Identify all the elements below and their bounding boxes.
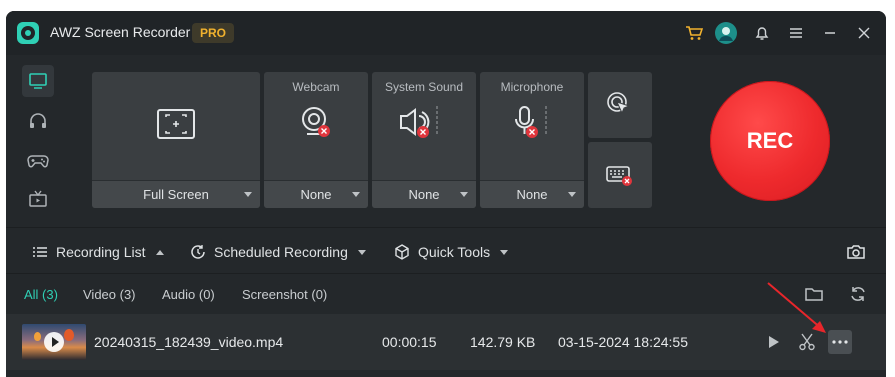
refresh-icon[interactable] xyxy=(847,283,869,305)
app-window: AWZ Screen Recorder PRO Full Screen Webc… xyxy=(6,11,886,377)
webcam-value: None xyxy=(300,187,332,202)
speaker-off-icon xyxy=(397,104,447,145)
title-bar: AWZ Screen Recorder PRO xyxy=(6,11,886,55)
pro-badge[interactable]: PRO xyxy=(192,23,234,43)
full-screen-icon xyxy=(156,108,196,145)
app-logo xyxy=(17,22,39,44)
audio-mode-icon[interactable] xyxy=(22,105,54,137)
system-sound-dropdown[interactable]: None xyxy=(372,180,476,208)
recording-list-label: Recording List xyxy=(56,244,146,260)
microphone-off-icon xyxy=(514,104,558,145)
webcam-dropdown[interactable]: None xyxy=(264,180,368,208)
bell-icon[interactable] xyxy=(751,22,773,44)
recording-size: 142.79 KB xyxy=(470,334,536,350)
screen-source-panel[interactable]: Full Screen xyxy=(92,72,260,208)
quick-tools-menu[interactable]: Quick Tools xyxy=(394,240,509,264)
tv-mode-icon[interactable] xyxy=(22,183,54,215)
webcam-label: Webcam xyxy=(292,80,340,94)
system-sound-label: System Sound xyxy=(384,80,464,94)
app-title: AWZ Screen Recorder xyxy=(50,24,191,40)
screen-source-value: Full Screen xyxy=(143,187,209,202)
thumbnail-balloon xyxy=(34,332,41,341)
microphone-dropdown[interactable]: None xyxy=(480,180,584,208)
clock-icon xyxy=(190,244,206,260)
thumbnail-balloon xyxy=(64,329,74,341)
microphone-panel[interactable]: Microphone None xyxy=(480,72,584,208)
microphone-value: None xyxy=(516,187,548,202)
scheduled-recording-menu[interactable]: Scheduled Recording xyxy=(190,240,366,264)
recording-list-toggle[interactable]: Recording List xyxy=(32,240,164,264)
recording-row[interactable]: 20240315_182439_video.mp4 00:00:15 142.7… xyxy=(6,314,886,370)
mouse-click-effect-button[interactable] xyxy=(588,72,652,138)
system-sound-value: None xyxy=(408,187,440,202)
chevron-down-icon xyxy=(460,192,468,197)
screenshot-camera-icon[interactable] xyxy=(845,241,867,263)
close-icon[interactable] xyxy=(853,22,875,44)
chevron-down-icon xyxy=(568,192,576,197)
keyboard-off-icon xyxy=(606,166,632,186)
tab-video[interactable]: Video (3) xyxy=(83,287,136,302)
webcam-panel[interactable]: Webcam None xyxy=(264,72,368,208)
game-mode-icon[interactable] xyxy=(22,144,54,176)
annotation-arrow-icon xyxy=(767,282,826,333)
tab-audio[interactable]: Audio (0) xyxy=(162,287,215,302)
cube-icon xyxy=(394,244,410,260)
microphone-label: Microphone xyxy=(500,80,564,94)
tab-all[interactable]: All (3) xyxy=(24,287,58,302)
webcam-off-icon xyxy=(299,104,333,145)
play-overlay-icon[interactable] xyxy=(44,332,64,352)
menu-icon[interactable] xyxy=(785,22,807,44)
divider xyxy=(6,273,886,274)
screen-mode-icon[interactable] xyxy=(22,65,54,97)
minimize-icon[interactable] xyxy=(819,22,841,44)
cart-icon[interactable] xyxy=(683,22,705,44)
divider xyxy=(6,227,886,228)
chevron-down-icon xyxy=(500,249,509,255)
video-thumbnail[interactable] xyxy=(22,324,86,360)
rec-button[interactable]: REC xyxy=(710,81,830,201)
recording-filename: 20240315_182439_video.mp4 xyxy=(94,334,284,350)
chevron-down-icon xyxy=(357,249,366,255)
chevron-down-icon xyxy=(352,192,360,197)
tab-screenshot[interactable]: Screenshot (0) xyxy=(242,287,327,302)
screen-source-dropdown[interactable]: Full Screen xyxy=(92,180,260,208)
avatar[interactable] xyxy=(715,22,737,44)
chevron-up-icon xyxy=(155,249,164,255)
list-icon xyxy=(32,245,48,259)
recording-date: 03-15-2024 18:24:55 xyxy=(558,334,688,350)
scheduled-recording-label: Scheduled Recording xyxy=(214,244,348,260)
quick-tools-label: Quick Tools xyxy=(418,244,491,260)
keystroke-display-button[interactable] xyxy=(588,142,652,208)
chevron-down-icon xyxy=(244,192,252,197)
recording-duration: 00:00:15 xyxy=(382,334,437,350)
cursor-click-icon xyxy=(607,92,631,115)
system-sound-panel[interactable]: System Sound None xyxy=(372,72,476,208)
